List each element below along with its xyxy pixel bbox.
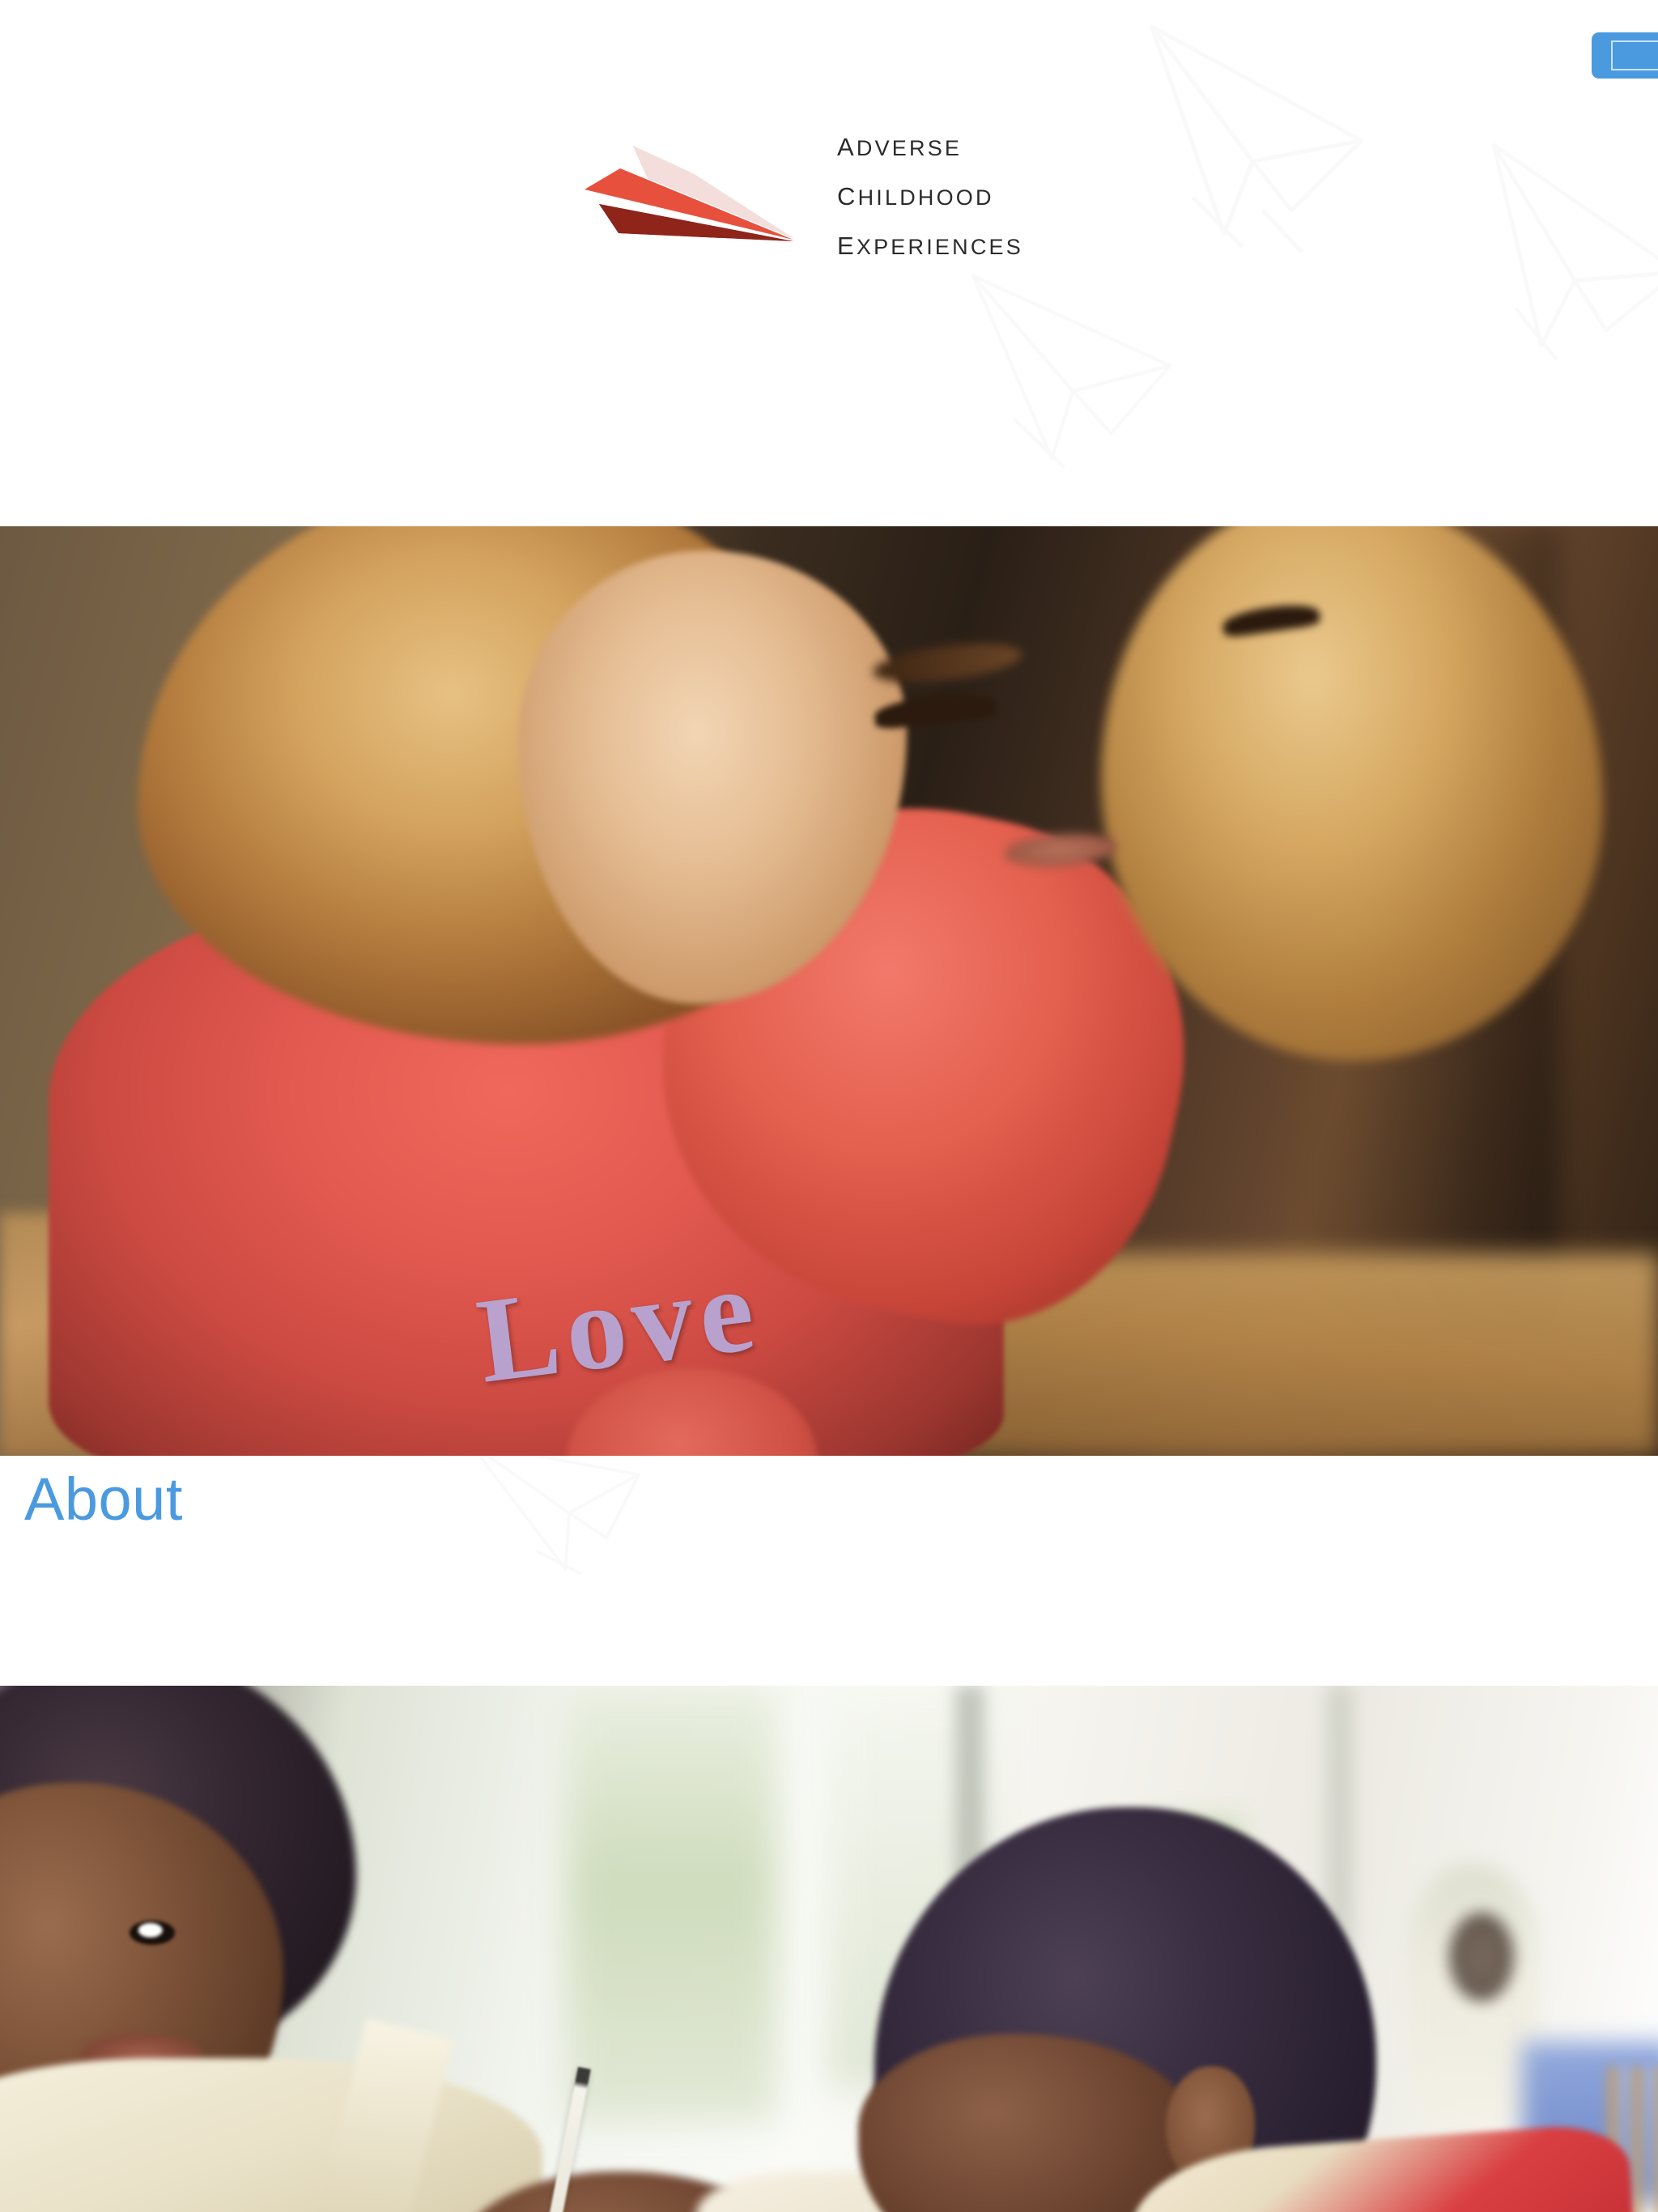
paper-airplane-outline-watermark (1454, 134, 1658, 385)
page-title: About (24, 1465, 183, 1533)
girl-eye (130, 1921, 175, 1945)
hero-image-bottom (0, 1686, 1658, 2212)
paper-airplane-icon (570, 131, 805, 253)
child-hair-right (1101, 526, 1603, 1061)
hero-image-top: Love (0, 526, 1658, 1456)
edge-action-button[interactable] (1592, 32, 1658, 79)
wordmark-line-3: Experiences (837, 223, 1023, 262)
about-section (0, 1456, 1658, 1686)
paper-airplane-outline-watermark (956, 251, 1205, 486)
wordmark-line-2: Childhood (837, 173, 994, 213)
wordmark: Adverse Childhood Experiences (837, 123, 1023, 261)
paper-airplane-outline-watermark (455, 1456, 686, 1606)
square-outline-icon (1611, 40, 1658, 70)
site-header: Adverse Childhood Experiences (0, 0, 1658, 526)
background-person-head (1449, 1912, 1514, 2001)
window-pane-1 (567, 1686, 777, 2123)
page-root: Adverse Childhood Experiences Love (0, 0, 1658, 2212)
paper-airplane-outline-watermark (1133, 16, 1392, 259)
site-logo[interactable]: Adverse Childhood Experiences (570, 123, 1088, 261)
wordmark-line-1: Adverse (837, 124, 963, 164)
